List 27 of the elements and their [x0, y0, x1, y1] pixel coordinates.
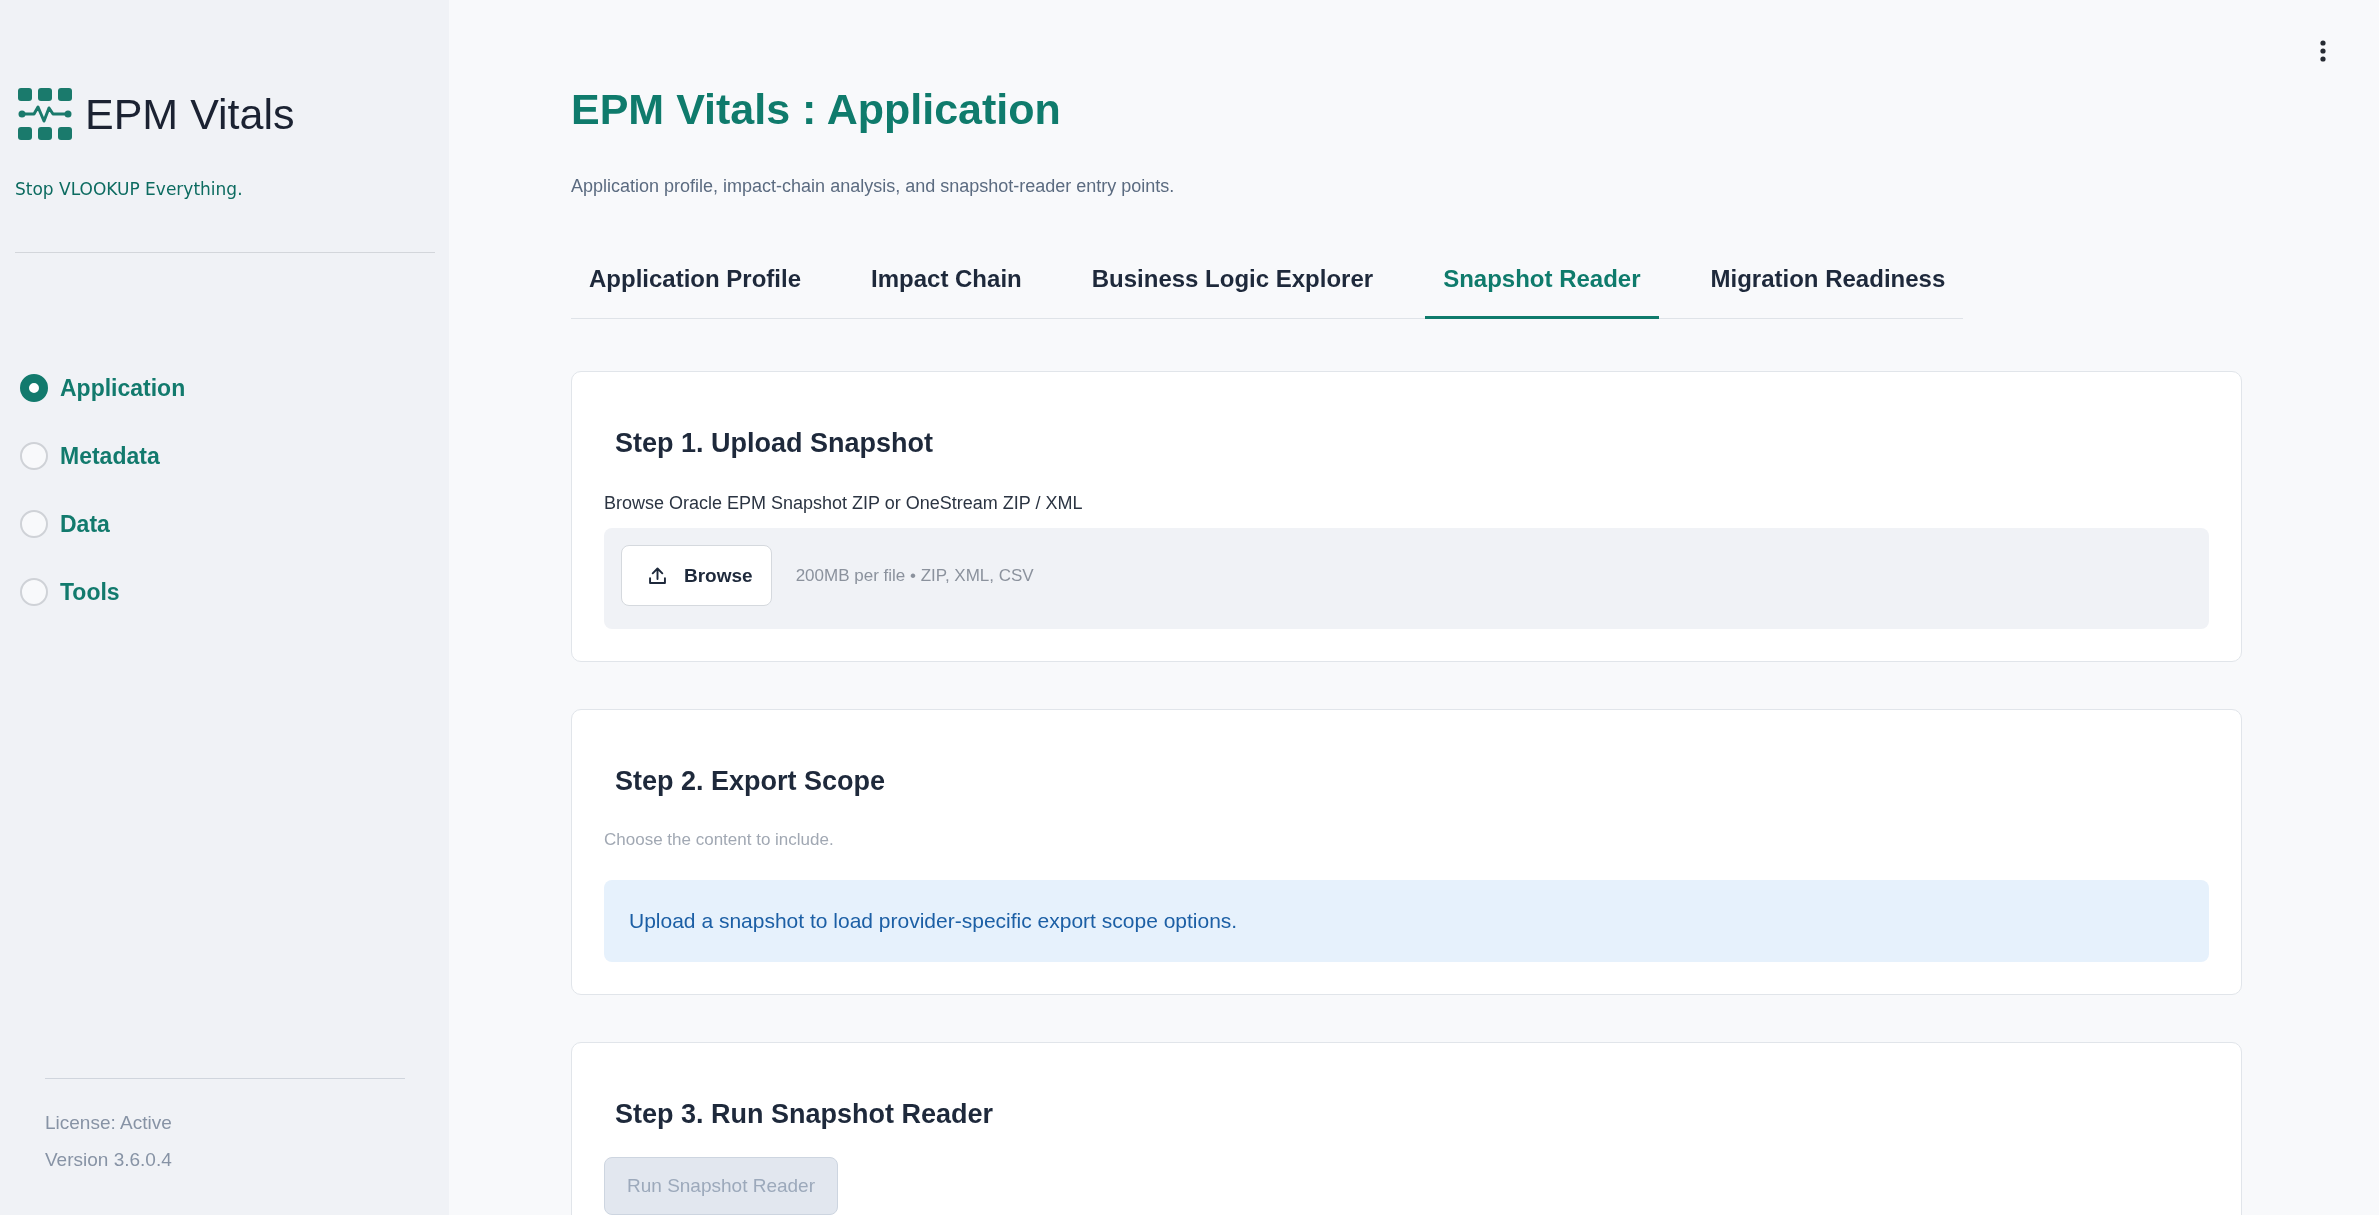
tab[interactable]: Impact Chain	[853, 250, 1040, 319]
card-title: Step 2. Export Scope	[615, 765, 886, 798]
tagline: Stop VLOOKUP Everything.	[15, 178, 243, 201]
tab[interactable]: Migration Readiness	[1692, 250, 1964, 319]
tab[interactable]: Business Logic Explorer	[1073, 250, 1392, 319]
card-title: Step 3. Run Snapshot Reader	[615, 1098, 994, 1131]
helper-caption: Choose the content to include.	[604, 829, 834, 851]
logo-icon	[18, 88, 72, 140]
footer-text: Version 3.6.0.4	[45, 1148, 172, 1172]
tab[interactable]: Application Profile	[571, 250, 819, 319]
tab[interactable]: Snapshot Reader	[1425, 250, 1659, 319]
footer-text: License: Active	[45, 1111, 172, 1135]
field-label: Browse Oracle EPM Snapshot ZIP or OneStream ZIP / XML	[604, 492, 1083, 515]
info-message: Upload a snapshot to load provider-specific export scope options.	[604, 880, 2209, 962]
more-options-icon[interactable]	[2320, 40, 2326, 62]
file-dropzone[interactable]: Browse 200MB per file • ZIP, XML, CSV	[604, 528, 2209, 629]
upload-icon	[647, 565, 668, 586]
page-subtitle: Application profile, impact-chain analysis, and snapshot-reader entry points.	[571, 175, 1175, 198]
file-limit-hint: 200MB per file • ZIP, XML, CSV	[795, 564, 1034, 587]
nav-radio-option[interactable]: Application	[15, 354, 186, 422]
nav-radio-option[interactable]: Data	[15, 490, 110, 558]
page-title: EPM Vitals : Application	[571, 84, 1061, 135]
browse-button[interactable]: Browse	[621, 545, 772, 606]
card-title: Step 1. Upload Snapshot	[615, 427, 934, 460]
logo-text: EPM Vitals	[85, 92, 295, 136]
nav-radio-option[interactable]: Metadata	[15, 422, 160, 490]
nav-radio-option[interactable]: Tools	[15, 558, 120, 626]
